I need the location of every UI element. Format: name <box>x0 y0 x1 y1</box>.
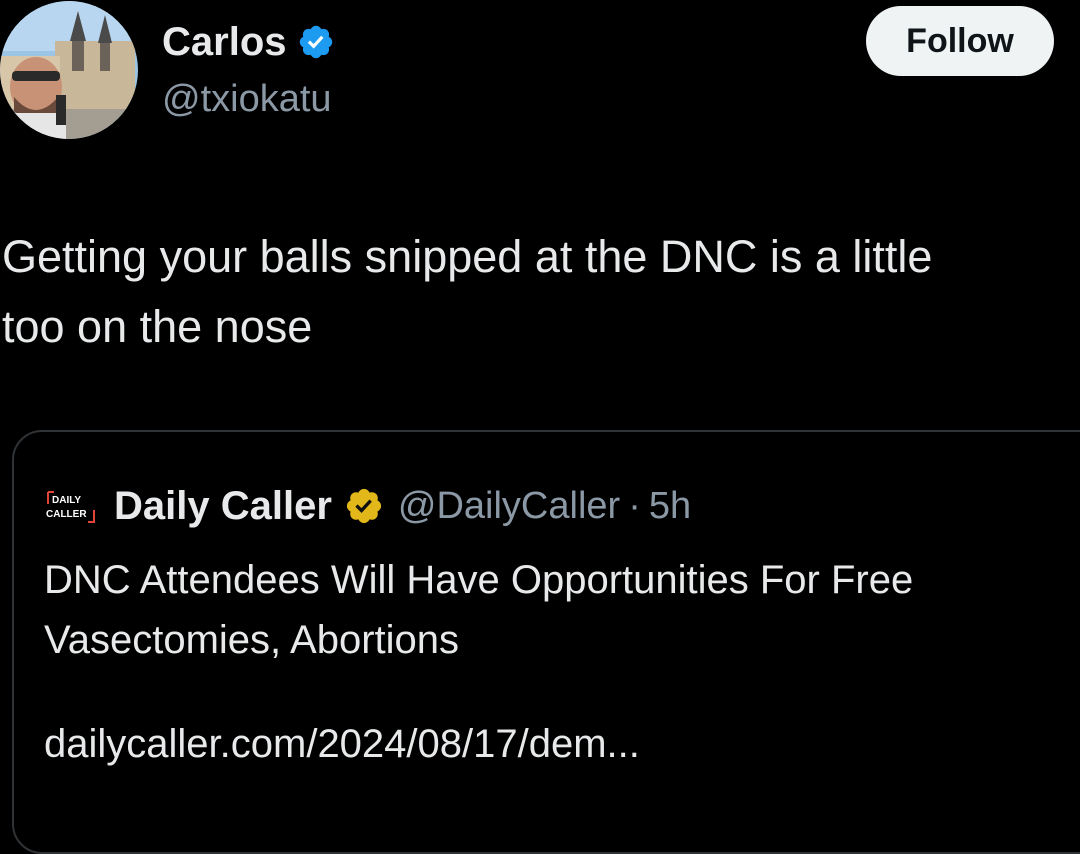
follow-button[interactable]: Follow <box>866 6 1054 76</box>
avatar-photo-icon <box>0 1 138 139</box>
quoted-author-name[interactable]: Daily Caller <box>114 484 332 529</box>
quoted-text-line: DNC Attendees Will Have Opportunities Fo… <box>44 558 914 602</box>
meta-separator: · <box>628 484 641 527</box>
svg-text:DAILY: DAILY <box>52 495 81 506</box>
svg-text:CALLER: CALLER <box>46 509 87 520</box>
quoted-tweet-link[interactable]: dailycaller.com/2024/08/17/dem... <box>44 722 640 767</box>
quoted-author-handle[interactable]: @DailyCaller <box>398 485 620 528</box>
quoted-timestamp[interactable]: 5h <box>649 485 691 528</box>
tweet-text: Getting your balls snipped at the DNC is… <box>2 222 1080 362</box>
verified-badge-icon <box>299 25 332 59</box>
quoted-tweet-card[interactable]: DAILY CALLER Daily Caller @DailyCaller ·… <box>12 430 1080 854</box>
tweet-header: Carlos @txiokatu Follow <box>0 0 1080 150</box>
verified-gold-badge-icon <box>346 488 381 524</box>
tweet-text-line: too on the nose <box>2 301 313 352</box>
quoted-tweet-meta: DAILY CALLER Daily Caller @DailyCaller ·… <box>44 480 691 532</box>
author-name-row: Carlos <box>162 14 335 70</box>
author-name[interactable]: Carlos <box>162 20 287 65</box>
quoted-tweet-text: DNC Attendees Will Have Opportunities Fo… <box>44 550 1064 670</box>
author-avatar[interactable] <box>0 1 138 139</box>
tweet-text-line: Getting your balls snipped at the DNC is… <box>2 231 933 282</box>
author-handle[interactable]: @txiokatu <box>162 78 332 121</box>
quoted-text-line: Vasectomies, Abortions <box>44 618 460 662</box>
daily-caller-logo-icon: DAILY CALLER <box>44 486 98 526</box>
